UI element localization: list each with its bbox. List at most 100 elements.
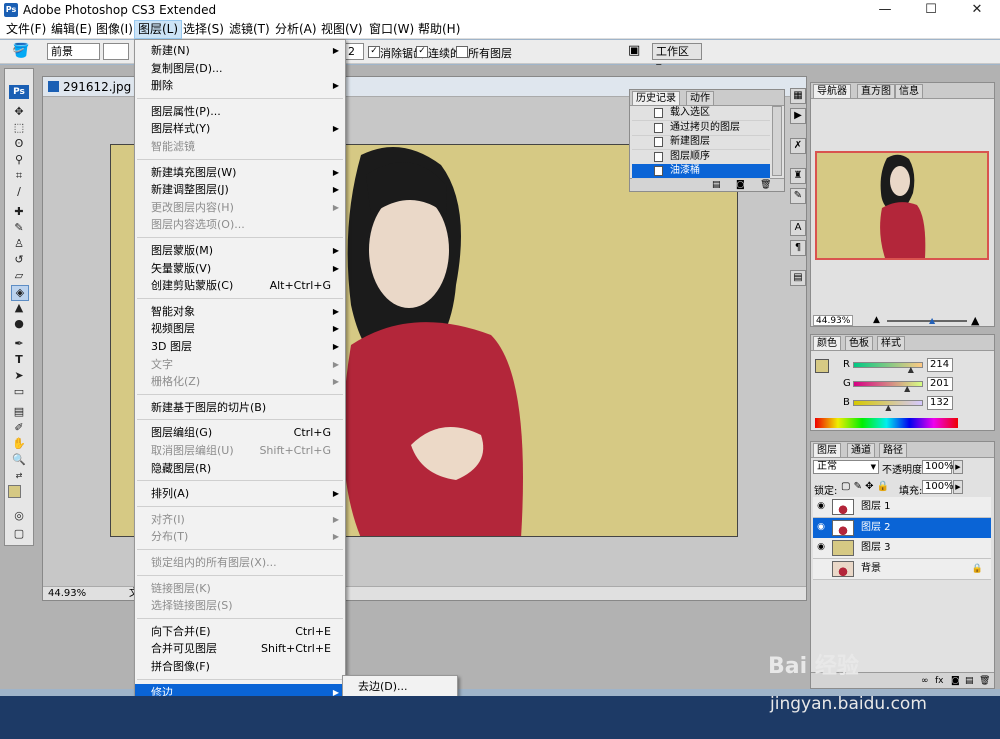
color-channel-slider[interactable] xyxy=(853,381,923,387)
menu-select[interactable]: 选择(S) xyxy=(180,21,227,38)
paint-bucket-tool-icon[interactable]: ◈ xyxy=(11,285,29,301)
menu-analysis[interactable]: 分析(A) xyxy=(272,21,320,38)
history-scrollbar[interactable] xyxy=(772,106,782,176)
fill-field[interactable]: 100% xyxy=(922,480,954,494)
path-selection-icon[interactable]: ➤ xyxy=(11,369,27,383)
color-slider-thumb[interactable]: ▲ xyxy=(904,384,910,393)
quick-mask-icon[interactable]: ◎ xyxy=(11,509,27,523)
eye-hidden-icon[interactable] xyxy=(816,563,826,573)
zoom-out-icon[interactable]: ▲ xyxy=(873,315,880,325)
zoom-slider-thumb[interactable]: ▲ xyxy=(929,316,935,325)
menu-image[interactable]: 图像(I) xyxy=(93,21,136,38)
layer-menu-item-1[interactable]: 复制图层(D)... xyxy=(135,60,345,77)
color-channel-value[interactable]: 201 xyxy=(927,377,953,391)
blur-tool-icon[interactable]: ▲ xyxy=(11,301,27,315)
zoom-in-icon[interactable]: ▲ xyxy=(971,314,979,327)
close-button[interactable]: ✕ xyxy=(954,0,1000,20)
workspace-button[interactable]: 工作区 ▾ xyxy=(652,43,702,73)
zoom-tool-icon[interactable]: 🔍 xyxy=(11,453,27,467)
delete-state-icon[interactable]: 🗑 xyxy=(760,180,771,190)
marquee-tool-icon[interactable]: ⬚ xyxy=(11,121,27,135)
tab-actions[interactable]: 动作 xyxy=(686,91,714,105)
crop-tool-icon[interactable]: ⌗ xyxy=(11,169,27,183)
history-state[interactable]: 新建图层 xyxy=(632,135,770,150)
layer-menu-item-40[interactable]: 合并可见图层 Shift+Ctrl+E xyxy=(135,640,345,657)
layer-menu-item-4[interactable]: 图层属性(P)... xyxy=(135,103,345,120)
eraser-tool-icon[interactable]: ▱ xyxy=(11,269,27,283)
layer-menu-item-14[interactable]: 矢量蒙版(V) ▶ xyxy=(135,260,345,277)
history-state[interactable]: 载入选区 xyxy=(632,106,770,121)
clone-stamp-icon[interactable]: ♙ xyxy=(11,237,27,251)
color-spectrum-bar[interactable] xyxy=(815,418,958,428)
new-document-from-state-icon[interactable]: ▤ xyxy=(712,180,721,190)
new-layer-icon[interactable]: ▤ xyxy=(965,673,974,689)
layer-comps-icon[interactable]: ▤ xyxy=(790,270,806,286)
layer-menu-item-25[interactable]: 图层编组(G) Ctrl+G xyxy=(135,424,345,441)
tab-layers[interactable]: 图层 xyxy=(813,443,841,457)
dodge-tool-icon[interactable]: ● xyxy=(11,317,27,331)
side-clone-icon[interactable]: ♜ xyxy=(790,168,806,184)
layer-menu-item-27[interactable]: 隐藏图层(R) xyxy=(135,460,345,477)
zoom-slider[interactable] xyxy=(887,320,967,322)
foreground-color-swatch[interactable] xyxy=(8,485,21,498)
opacity-arrow[interactable]: ▶ xyxy=(953,460,963,474)
layer-menu-item-23[interactable]: 新建基于图层的切片(B) xyxy=(135,399,345,416)
color-slider-thumb[interactable]: ▲ xyxy=(885,403,891,412)
layer-menu-item-2[interactable]: 删除 ▶ xyxy=(135,77,345,94)
paragraph-panel-icon[interactable]: ¶ xyxy=(790,240,806,256)
history-state[interactable]: 通过拷贝的图层 xyxy=(632,121,770,136)
tab-color[interactable]: 颜色 xyxy=(813,336,841,350)
history-state[interactable]: 图层顺序 xyxy=(632,150,770,165)
layer-row[interactable]: ◉ 图层 3 xyxy=(813,538,991,559)
lasso-tool-icon[interactable]: ʘ xyxy=(11,137,27,151)
fill-arrow[interactable]: ▶ xyxy=(953,480,963,494)
layer-style-icon[interactable]: fx xyxy=(935,673,944,689)
layer-menu-item-29[interactable]: 排列(A) ▶ xyxy=(135,485,345,502)
tab-info[interactable]: 信息 xyxy=(895,84,923,98)
character-panel-icon[interactable]: A xyxy=(790,220,806,236)
tab-styles[interactable]: 样式 xyxy=(877,336,905,350)
menu-window[interactable]: 窗口(W) xyxy=(366,21,417,38)
move-tool-icon[interactable]: ✥ xyxy=(11,105,27,119)
type-tool-icon[interactable]: T xyxy=(11,353,27,367)
fill-source-select[interactable]: 前景 xyxy=(47,43,100,60)
new-snapshot-icon[interactable]: ◙ xyxy=(736,180,745,190)
healing-brush-icon[interactable]: ✚ xyxy=(11,205,27,219)
layer-menu-item-9[interactable]: 新建调整图层(J) ▶ xyxy=(135,181,345,198)
color-channel-value[interactable]: 214 xyxy=(927,358,953,372)
hand-tool-icon[interactable]: ✋ xyxy=(11,437,27,451)
pattern-picker[interactable] xyxy=(103,43,129,60)
screen-mode-icon[interactable]: ▢ xyxy=(11,527,27,541)
pen-tool-icon[interactable]: ✒ xyxy=(11,337,27,351)
history-brush-icon[interactable]: ↺ xyxy=(11,253,27,267)
tab-history[interactable]: 历史记录 xyxy=(632,91,680,105)
navigator-preview[interactable] xyxy=(815,151,989,260)
maximize-button[interactable]: ☐ xyxy=(908,0,954,20)
tab-histogram[interactable]: 直方图 xyxy=(857,84,895,98)
layer-menu-item-8[interactable]: 新建填充图层(W) ▶ xyxy=(135,164,345,181)
magic-wand-tool-icon[interactable]: ⚲ xyxy=(11,153,27,167)
side-brush-icon[interactable]: ✎ xyxy=(790,188,806,204)
history-state[interactable]: 油漆桶 xyxy=(632,164,770,179)
menu-file[interactable]: 文件(F) xyxy=(3,21,49,38)
slice-tool-icon[interactable]: ∕ xyxy=(11,185,27,199)
eye-visibility-icon[interactable]: ◉ xyxy=(816,522,826,532)
opacity-field[interactable]: 100% xyxy=(922,460,954,474)
eye-visibility-icon[interactable]: ◉ xyxy=(816,542,826,552)
layer-menu-item-0[interactable]: 新建(N) ▶ xyxy=(135,42,345,59)
swap-colors-icon[interactable]: ⇄ xyxy=(11,469,27,483)
color-channel-value[interactable]: 132 xyxy=(927,396,953,410)
lock-icons[interactable]: ▢ ✎ ✥ 🔒 xyxy=(841,481,889,492)
minimize-button[interactable]: — xyxy=(862,0,908,20)
blend-mode-select[interactable]: 正常 ▼ xyxy=(813,460,879,474)
layer-menu-item-19[interactable]: 3D 图层 ▶ xyxy=(135,338,345,355)
layer-menu-item-41[interactable]: 拼合图像(F) xyxy=(135,658,345,675)
side-panel-icon-2[interactable]: ▶ xyxy=(790,108,806,124)
shape-tool-icon[interactable]: ▭ xyxy=(11,385,27,399)
tab-paths[interactable]: 路径 xyxy=(879,443,907,457)
delete-layer-icon[interactable]: 🗑 xyxy=(979,673,990,689)
layer-menu-item-18[interactable]: 视频图层 ▶ xyxy=(135,320,345,337)
color-foreground-swatch[interactable] xyxy=(815,359,829,373)
all-layers-checkbox[interactable] xyxy=(456,46,468,58)
link-layers-icon[interactable]: ∞ xyxy=(921,673,929,689)
